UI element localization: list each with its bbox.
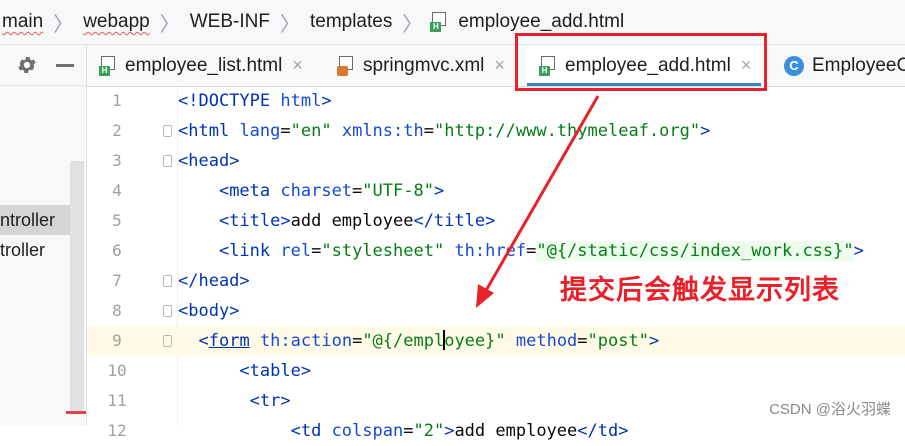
code-line: <td colspan="2">add employee</td>	[290, 421, 629, 441]
line-number: 5	[112, 211, 122, 230]
html-file-icon: H	[430, 12, 448, 32]
fold-icon[interactable]	[163, 335, 172, 347]
code-line: <tr>	[249, 391, 291, 411]
code-line: <form th:action="@{/employee}" method="p…	[198, 330, 660, 351]
code-line: <table>	[239, 361, 312, 381]
line-number: 9	[112, 331, 122, 350]
chevron-right-icon: 〉	[159, 13, 180, 36]
line-number: 7	[112, 271, 122, 290]
line-number: 12	[107, 421, 127, 440]
close-icon[interactable]: ×	[494, 55, 505, 76]
gear-icon[interactable]	[16, 54, 38, 76]
watermark: CSDN @浴火羽蝶	[769, 401, 891, 418]
chevron-right-icon: 〉	[279, 13, 300, 36]
chevron-right-icon: 〉	[402, 13, 423, 36]
code-line: <title>add employee</title>	[218, 211, 496, 231]
line-number: 8	[112, 301, 122, 320]
breadcrumb-item-templates[interactable]: templates	[308, 11, 398, 33]
code-line: </head>	[178, 271, 250, 291]
tab-employee-list[interactable]: H employee_list.html ×	[99, 45, 303, 86]
code-line: <meta charset="UTF-8">	[218, 181, 445, 201]
html-file-icon: H	[99, 55, 117, 76]
line-number: 4	[112, 181, 122, 200]
line-number: 1	[112, 91, 122, 110]
project-panel: ntroller troller	[0, 45, 87, 426]
editor-tabs: H employee_list.html × springmvc.xml × H…	[87, 45, 905, 87]
tab-label: springmvc.xml	[363, 54, 485, 76]
breadcrumb-item-webapp[interactable]: webapp	[81, 11, 156, 33]
chevron-right-icon: 〉	[53, 13, 74, 36]
code-line: <html lang="en" xmlns:th="http://www.thy…	[178, 121, 711, 141]
tab-label: employee_list.html	[125, 54, 283, 76]
tab-employee-controller[interactable]: C EmployeeC	[784, 45, 905, 86]
minimize-icon[interactable]	[56, 63, 74, 67]
error-marker	[66, 411, 86, 414]
code-line: <body>	[178, 301, 240, 321]
code-line: <link rel="stylesheet" th:href="@{/stati…	[218, 241, 864, 261]
line-number: 2	[112, 121, 122, 140]
close-icon[interactable]: ×	[292, 55, 303, 76]
breadcrumb-item-file[interactable]: employee_add.html	[456, 11, 630, 33]
line-number: 10	[107, 361, 127, 380]
code-line: <head>	[178, 151, 240, 171]
fold-icon[interactable]	[163, 125, 172, 137]
project-panel-toolbar	[0, 45, 86, 86]
fold-icon[interactable]	[163, 155, 172, 167]
fold-icon[interactable]	[163, 305, 172, 317]
annotation-text: 提交后会触发显示列表	[560, 275, 840, 306]
breadcrumb: main 〉 webapp 〉 WEB-INF 〉 templates 〉 H …	[0, 0, 905, 45]
line-number: 11	[107, 391, 127, 410]
breadcrumb-item-web-inf[interactable]: WEB-INF	[188, 11, 276, 33]
xml-file-icon	[337, 55, 355, 76]
code-line: <!DOCTYPE html>	[178, 91, 332, 111]
tree-item-controller[interactable]: ntroller	[0, 205, 74, 235]
highlight-box	[515, 33, 767, 91]
class-icon: C	[784, 55, 804, 76]
line-number: 3	[112, 151, 122, 170]
fold-icon[interactable]	[163, 275, 172, 287]
scrollbar[interactable]	[70, 161, 84, 411]
breadcrumb-item-main[interactable]: main	[0, 11, 49, 33]
tab-springmvc-xml[interactable]: springmvc.xml ×	[337, 45, 505, 86]
line-number: 6	[112, 241, 122, 260]
tree-item-controller-2[interactable]: troller	[0, 235, 74, 265]
tab-label: EmployeeC	[812, 54, 905, 76]
